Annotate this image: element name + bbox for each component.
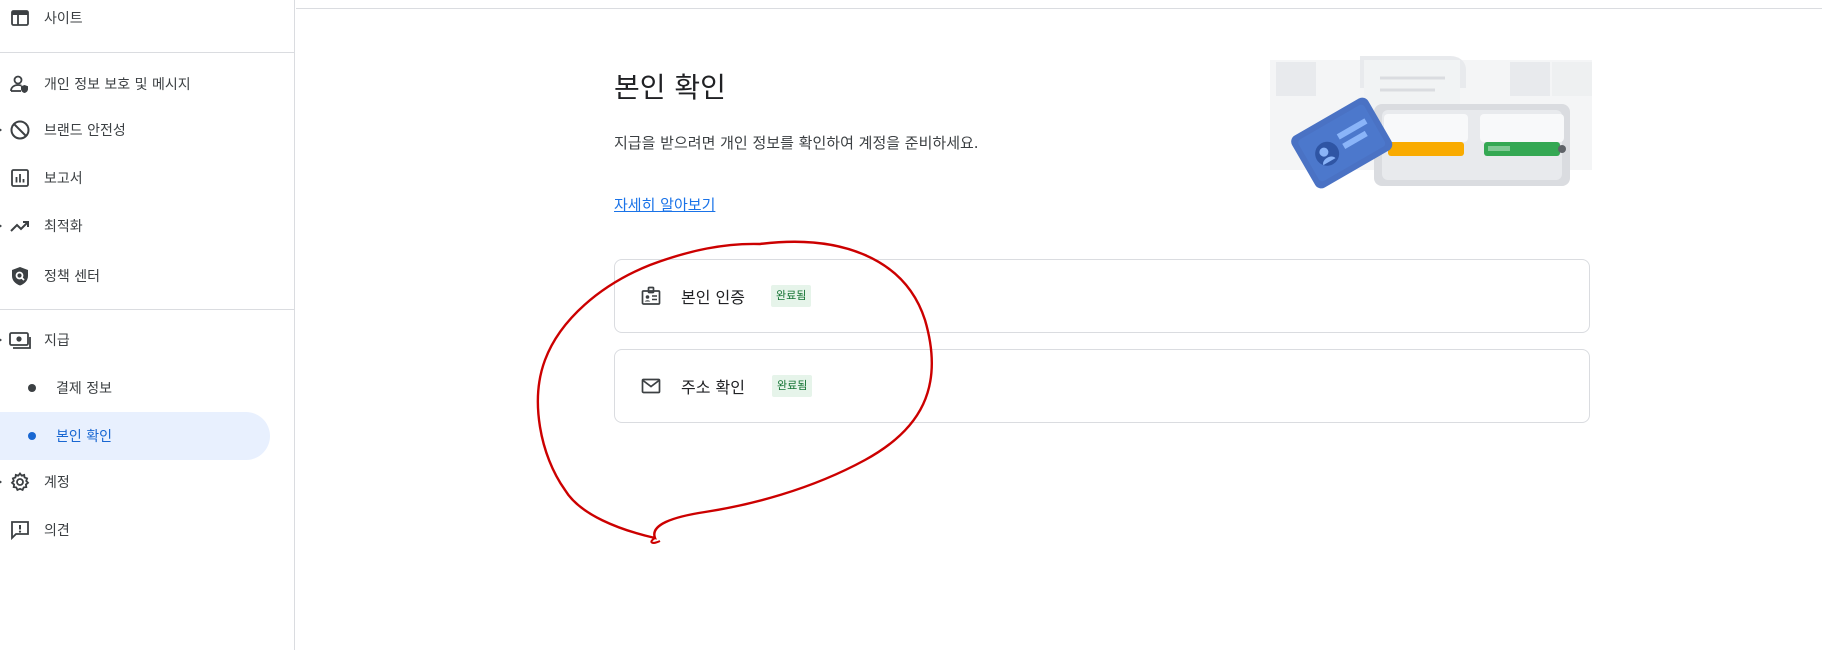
id-badge-icon <box>639 284 663 308</box>
gear-icon <box>8 470 32 494</box>
sidebar-divider <box>0 309 294 310</box>
sidebar-subitem-payment-info[interactable]: 결제 정보 <box>0 364 270 412</box>
sidebar-item-label: 개인 정보 보호 및 메시지 <box>44 77 191 93</box>
sidebar-item-label: 최적화 <box>44 219 83 235</box>
card-label: 본인 인증 <box>681 288 745 307</box>
sidebar-item-feedback[interactable]: 의견 <box>0 508 280 552</box>
sidebar-divider <box>0 52 294 53</box>
sidebar-item-reports[interactable]: 보고서 <box>0 156 280 200</box>
web-icon <box>8 6 32 30</box>
bar-chart-icon <box>8 166 32 190</box>
sidebar-item-label: 사이트 <box>44 11 83 27</box>
expand-caret-icon <box>0 479 2 485</box>
app: 사이트 개인 정보 보호 및 메시지 브랜드 안전성 보고서 최적화 정책 센터… <box>0 0 1822 650</box>
sidebar-item-label: 브랜드 안전성 <box>44 123 126 139</box>
payments-icon <box>8 328 32 352</box>
bullet-dot <box>28 384 36 392</box>
privacy-person-icon <box>8 72 32 96</box>
sidebar-subitem-label: 본인 확인 <box>56 429 112 445</box>
sidebar-subitem-identity-verification[interactable]: 본인 확인 <box>0 412 270 460</box>
expand-caret-icon <box>0 337 2 343</box>
identity-wallet-illustration <box>1270 56 1592 189</box>
sidebar-item-label: 정책 센터 <box>44 269 100 285</box>
sidebar-item-label: 의견 <box>44 523 70 539</box>
page-description: 지급을 받으려면 개인 정보를 확인하여 계정을 준비하세요. <box>614 134 979 152</box>
trending-up-icon <box>8 214 32 238</box>
sidebar-item-sites[interactable]: 사이트 <box>0 0 280 40</box>
sidebar-item-label: 지급 <box>44 333 70 349</box>
sidebar-item-label: 보고서 <box>44 171 83 187</box>
learn-more-link[interactable]: 자세히 알아보기 <box>614 194 715 215</box>
sidebar-item-account[interactable]: 계정 <box>0 460 280 504</box>
block-icon <box>8 118 32 142</box>
mail-icon <box>639 374 663 398</box>
status-badge: 완료됨 <box>771 285 812 307</box>
expand-caret-icon <box>0 223 2 229</box>
sidebar-subitem-label: 결제 정보 <box>56 381 112 397</box>
feedback-icon <box>8 518 32 542</box>
sidebar-item-label: 계정 <box>44 475 70 491</box>
bullet-dot <box>28 432 36 440</box>
sidebar-item-brand-safety[interactable]: 브랜드 안전성 <box>0 108 280 152</box>
page-title: 본인 확인 <box>614 71 726 104</box>
sidebar: 사이트 개인 정보 보호 및 메시지 브랜드 안전성 보고서 최적화 정책 센터… <box>0 0 295 650</box>
sidebar-item-policy-center[interactable]: 정책 센터 <box>0 254 280 298</box>
policy-shield-icon <box>8 264 32 288</box>
sidebar-item-privacy[interactable]: 개인 정보 보호 및 메시지 <box>0 62 280 106</box>
sidebar-item-optimization[interactable]: 최적화 <box>0 204 280 248</box>
card-label: 주소 확인 <box>681 378 745 397</box>
status-badge: 완료됨 <box>772 375 813 397</box>
header-divider <box>296 8 1822 9</box>
address-verification-card[interactable]: 주소 확인 완료됨 <box>614 349 1590 423</box>
expand-caret-icon <box>0 127 2 133</box>
sidebar-item-payments[interactable]: 지급 <box>0 318 280 362</box>
identity-verification-card[interactable]: 본인 인증 완료됨 <box>614 259 1590 333</box>
